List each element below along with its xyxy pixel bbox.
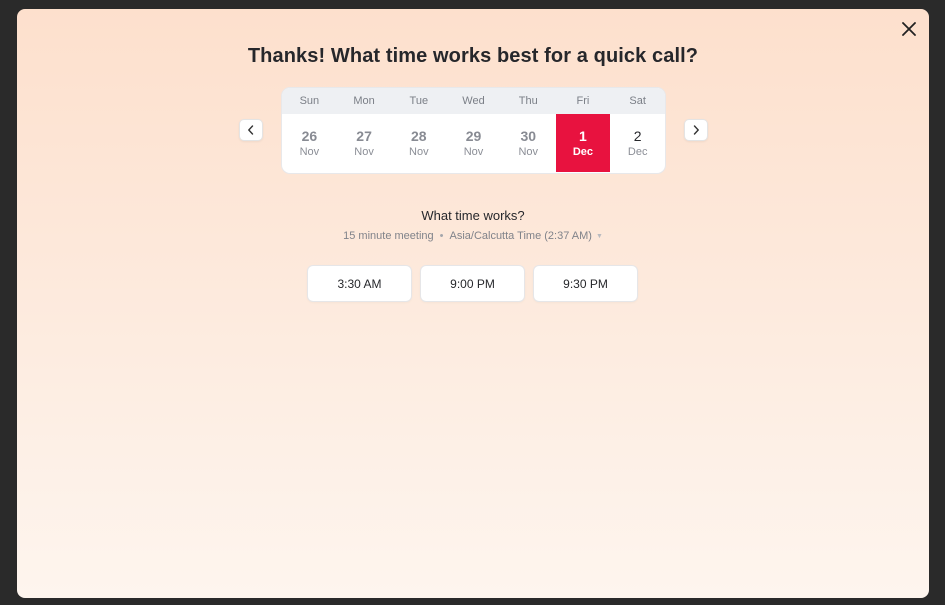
day-month: Nov [409,146,429,158]
day-month: Nov [463,146,484,158]
weekday-label: Tue [409,95,429,107]
schedule-modal: Thanks! What time works best for a quick… [17,9,929,598]
weekday-label: Sat [629,95,646,107]
time-slot-button[interactable]: 3:30 AM [307,265,412,302]
time-slot-button[interactable]: 9:30 PM [533,265,638,302]
close-icon [902,22,916,36]
time-slot-button[interactable]: 9:00 PM [420,265,525,302]
day-cell-nov-28[interactable]: 28 Nov [391,114,446,172]
day-number: 30 [520,128,537,144]
day-month: Dec [627,146,648,158]
weekday-label: Fri [576,95,590,107]
timezone-label: Asia/Calcutta Time (2:37 AM) [449,230,592,242]
modal-title: Thanks! What time works best for a quick… [247,45,699,67]
day-cell-nov-27[interactable]: 27 Nov [337,114,392,172]
day-cell-nov-26[interactable]: 26 Nov [282,114,337,172]
day-number: 29 [465,128,482,144]
meeting-duration: 15 minute meeting [343,230,434,242]
day-row: 26 Nov 27 Nov 28 Nov 29 Nov 30 Nov 1 Dec [282,114,665,172]
weekday-label: Mon [353,95,375,107]
day-cell-nov-30[interactable]: 30 Nov [501,114,556,172]
timezone-selector[interactable]: Asia/Calcutta Time (2:37 AM) ▼ [449,230,602,242]
next-week-button[interactable] [684,119,708,141]
separator-dot: • [439,230,444,242]
previous-week-button[interactable] [239,119,263,141]
weekday-header: Sun Mon Tue Wed Thu Fri Sat [282,88,665,114]
day-month: Nov [354,146,374,158]
chevron-left-icon [248,125,254,135]
time-heading: What time works? [421,208,525,223]
time-slot-list: 3:30 AM 9:00 PM 9:30 PM [307,265,638,302]
day-number: 27 [356,128,372,144]
week-calendar: Sun Mon Tue Wed Thu Fri Sat 26 Nov 27 No… [281,87,666,174]
day-number: 1 [579,128,587,144]
meeting-meta: 15 minute meeting • Asia/Calcutta Time (2:… [17,230,929,242]
day-month: Nov [518,146,539,158]
day-number: 2 [633,128,642,144]
day-number: 26 [301,128,318,144]
day-cell-nov-29[interactable]: 29 Nov [446,114,501,172]
day-number: 28 [411,128,427,144]
weekday-label: Wed [462,95,485,107]
day-cell-dec-2[interactable]: 2 Dec [610,114,665,172]
day-cell-dec-1-selected[interactable]: 1 Dec [555,114,611,172]
weekday-label: Thu [518,95,538,107]
chevron-right-icon [693,125,699,135]
caret-down-icon: ▼ [595,233,603,240]
weekday-label: Sun [299,95,320,107]
day-month: Dec [572,146,594,158]
close-button[interactable] [899,19,919,39]
day-month: Nov [299,146,320,158]
